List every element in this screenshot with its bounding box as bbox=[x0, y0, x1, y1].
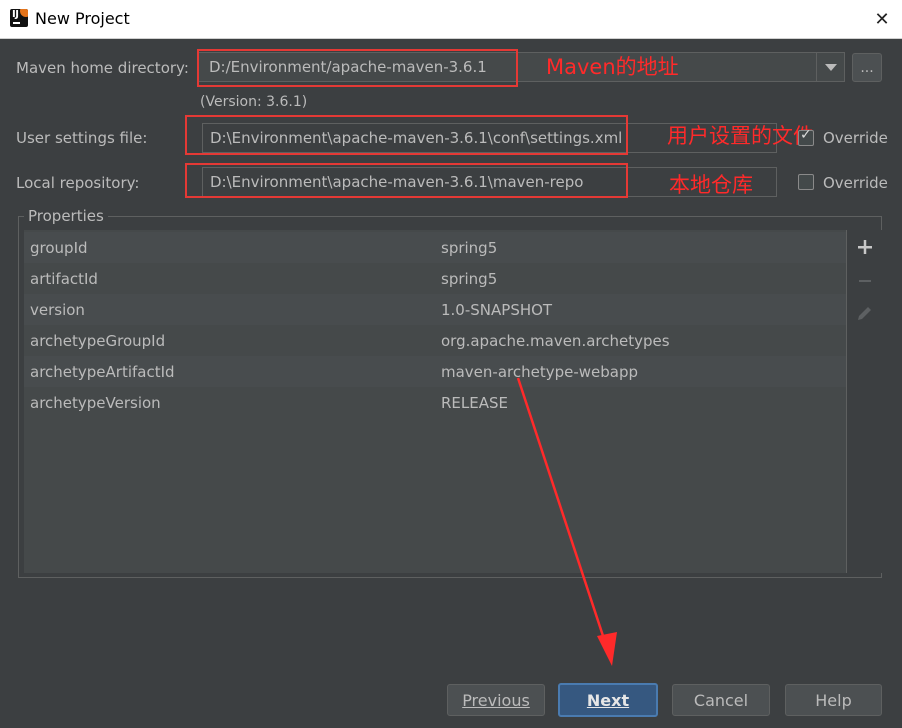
previous-button[interactable]: Previous bbox=[447, 684, 545, 716]
next-button-label: Next bbox=[586, 690, 630, 710]
annotation-arrow bbox=[516, 377, 617, 666]
help-button[interactable]: Help bbox=[785, 684, 882, 716]
next-button[interactable]: Next bbox=[558, 683, 658, 717]
cancel-button[interactable]: Cancel bbox=[672, 684, 770, 716]
previous-button-label: Previous bbox=[462, 690, 530, 710]
